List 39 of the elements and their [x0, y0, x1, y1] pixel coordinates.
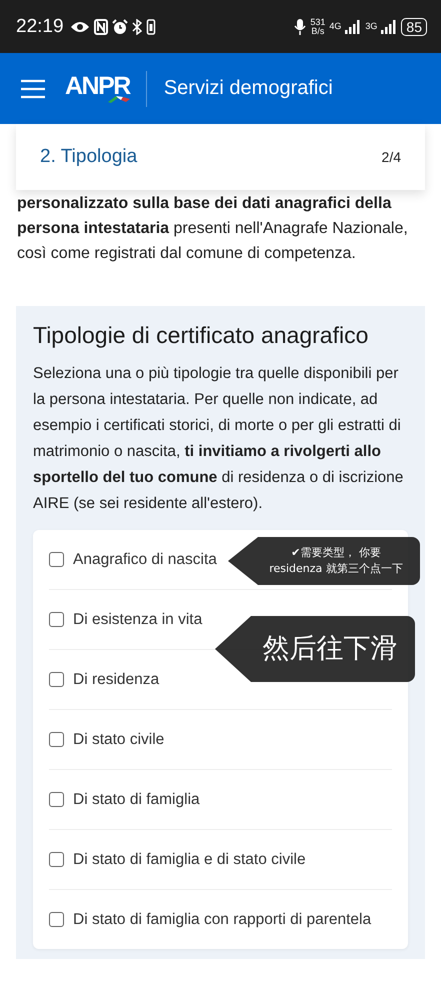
- bluetooth-icon: [132, 18, 142, 34]
- microphone-icon: [294, 18, 306, 36]
- network-speed: 531: [310, 18, 326, 26]
- vibrate-icon: [146, 18, 156, 34]
- checkbox[interactable]: [49, 732, 64, 747]
- checkbox-option[interactable]: Di stato di famiglia e di stato civile: [49, 850, 306, 868]
- battery-level: 85: [401, 18, 427, 36]
- checkbox-option[interactable]: Di stato di famiglia: [49, 790, 200, 808]
- checkbox-option[interactable]: Di residenza: [49, 670, 160, 688]
- annotation-tooltip: ✔需要类型， 你要 residenza 就第三个点一下: [228, 537, 420, 585]
- intro-paragraph: personalizzato sulla base dei dati anagrafici della persona intestataria presenti nell'Anagrafe Nazionale, così come registrati dal comune di competenza.: [17, 194, 409, 264]
- step-counter: 2/4: [382, 149, 401, 165]
- checkbox[interactable]: [49, 552, 64, 567]
- checkbox[interactable]: [49, 792, 64, 807]
- signal-icon: [345, 20, 362, 34]
- nfc-icon: [94, 18, 108, 34]
- logo-text: ANPR: [65, 74, 130, 98]
- annotation-tooltip: 然后往下滑: [215, 616, 415, 682]
- checkbox[interactable]: [49, 912, 64, 927]
- flag-swoosh-icon: [108, 95, 130, 103]
- network-type: 4G: [329, 22, 342, 31]
- checkbox-option[interactable]: Di stato di famiglia con rapporti di parentela: [49, 910, 372, 928]
- checkbox[interactable]: [49, 612, 64, 627]
- network-speed-unit: B/s: [311, 26, 324, 36]
- checkbox-option[interactable]: Di stato civile: [49, 730, 164, 748]
- eye-icon: [70, 20, 90, 34]
- checkbox[interactable]: [49, 852, 64, 867]
- checkbox-option[interactable]: Anagrafico di nascita: [49, 550, 217, 568]
- alarm-icon: [112, 18, 128, 34]
- checkbox[interactable]: [49, 672, 64, 687]
- section-description: Seleziona una o più tipologie tra quelle disponibili per la persona intestataria. Per quelle non indicate, ad esempio i certificati storici, di morte o per gli estratti di matrimonio o nascita, ti invitiamo a rivolgerti allo sportello del tuo comune di residenza o di iscrizione AIRE (se sei residente all'estero).: [33, 364, 404, 514]
- header-title: Servizi demografici: [164, 77, 333, 100]
- clock-time: 22:19: [16, 16, 64, 38]
- section-title: Tipologie di certificato anagrafico: [33, 322, 370, 349]
- checkbox-option[interactable]: Di esistenza in vita: [49, 610, 202, 628]
- signal-icon: [381, 20, 398, 34]
- network-type: 3G: [365, 22, 378, 31]
- menu-button[interactable]: [21, 78, 45, 98]
- step-title: 2. Tipologia: [40, 146, 138, 168]
